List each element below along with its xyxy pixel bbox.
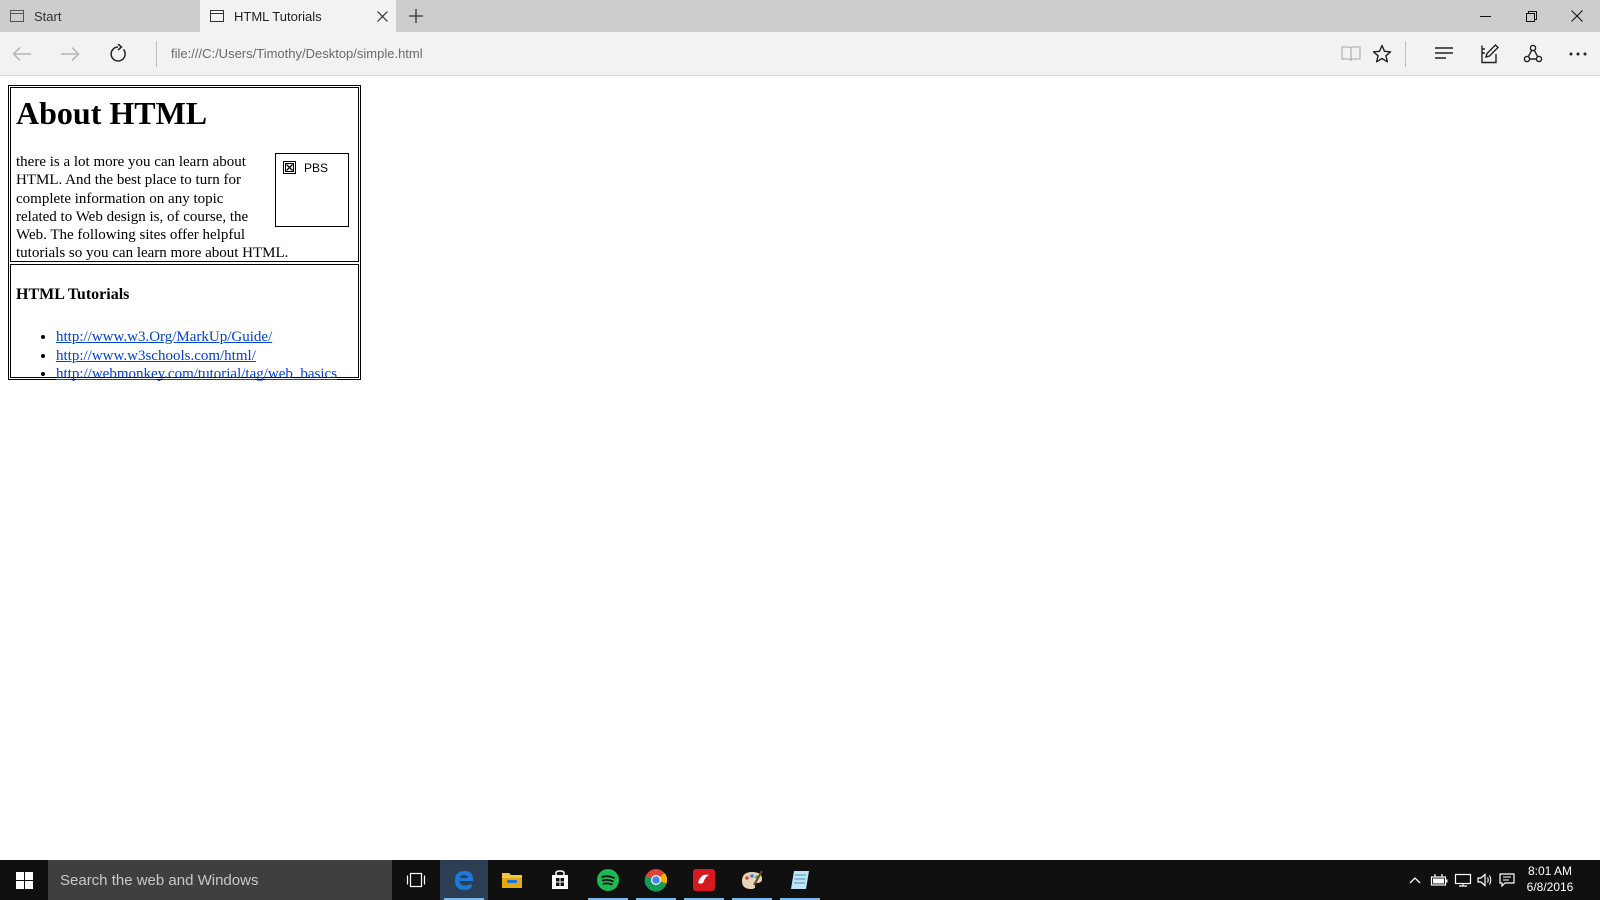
show-hidden-icons-chevron[interactable]	[1404, 860, 1426, 900]
volume-tray-icon[interactable]	[1474, 860, 1496, 900]
tab-strip: Start HTML Tutorials	[0, 0, 1600, 32]
close-window-button[interactable]	[1554, 0, 1600, 32]
share-icon[interactable]	[1517, 38, 1549, 70]
address-separator	[156, 41, 157, 67]
paint-icon	[742, 870, 763, 889]
broken-image-icon	[283, 161, 296, 174]
hub-icon[interactable]	[1428, 38, 1460, 70]
chrome-icon	[644, 869, 668, 892]
more-options-icon[interactable]	[1562, 38, 1594, 70]
taskbar-paint[interactable]	[728, 860, 776, 900]
tutorial-link-w3[interactable]: http://www.w3.Org/MarkUp/Guide/	[56, 329, 272, 345]
taskbar-trend-micro[interactable]	[680, 860, 728, 900]
close-tab-icon[interactable]	[374, 8, 390, 24]
taskbar-store[interactable]	[536, 860, 584, 900]
broken-image: PBS	[275, 153, 349, 227]
refresh-button[interactable]	[102, 38, 134, 70]
windows-logo-icon	[15, 871, 33, 889]
task-view-button[interactable]	[392, 860, 440, 900]
tutorial-links-list: http://www.w3.Org/MarkUp/Guide/ http://w…	[16, 328, 356, 384]
network-tray-icon[interactable]	[1452, 860, 1474, 900]
page-heading: About HTML	[16, 95, 208, 131]
chevron-up-icon	[1409, 877, 1421, 884]
taskbar-search-input[interactable]	[48, 860, 392, 900]
page-viewport: About HTML PBS there is a lot more you c…	[0, 76, 1600, 860]
taskbar-edge[interactable]	[440, 860, 488, 900]
about-cell: About HTML PBS there is a lot more you c…	[10, 87, 359, 262]
tutorial-link-w3schools[interactable]: http://www.w3schools.com/html/	[56, 348, 256, 364]
reading-view-icon[interactable]	[1335, 38, 1367, 70]
windows-start-button[interactable]	[0, 860, 48, 900]
notepad-icon	[791, 871, 809, 889]
list-item: http://www.w3.Org/MarkUp/Guide/	[56, 328, 356, 347]
taskbar: 8:01 AM 6/8/2016	[0, 860, 1600, 900]
store-icon	[552, 870, 568, 889]
edge-icon	[455, 871, 473, 890]
network-icon	[1454, 873, 1472, 887]
address-bar[interactable]	[171, 32, 1271, 76]
navigation-toolbar	[0, 32, 1600, 76]
toolbar-separator	[1405, 41, 1406, 67]
taskbar-chrome[interactable]	[632, 860, 680, 900]
folder-icon	[502, 873, 522, 888]
battery-tray-icon[interactable]	[1428, 860, 1450, 900]
taskbar-spotify[interactable]	[584, 860, 632, 900]
battery-icon	[1430, 874, 1448, 886]
restore-button[interactable]	[1508, 0, 1554, 32]
image-alt-text: PBS	[304, 161, 329, 175]
tutorials-cell: HTML Tutorials http://www.w3.Org/MarkUp/…	[10, 264, 359, 382]
taskbar-clock[interactable]: 8:01 AM 6/8/2016	[1514, 863, 1586, 895]
favorites-star-icon[interactable]	[1366, 38, 1398, 70]
forward-button[interactable]	[54, 38, 86, 70]
tab-html-tutorials[interactable]: HTML Tutorials	[200, 0, 396, 32]
list-item: http://www.w3schools.com/html/	[56, 347, 356, 366]
taskbar-file-explorer[interactable]	[488, 860, 536, 900]
minimize-button[interactable]	[1462, 0, 1508, 32]
tab-start[interactable]: Start	[0, 0, 200, 32]
layout-table: About HTML PBS there is a lot more you c…	[8, 85, 361, 382]
page-icon	[10, 10, 24, 22]
tutorial-link-webmonkey[interactable]: http://webmonkey.com/tutorial/tag/web_ba…	[56, 366, 337, 382]
taskbar-notepad[interactable]	[776, 860, 824, 900]
tab-label: Start	[34, 8, 62, 24]
tutorials-heading: HTML Tutorials	[16, 286, 130, 303]
clock-date: 6/8/2016	[1526, 880, 1574, 894]
tab-label: HTML Tutorials	[234, 8, 322, 24]
web-note-icon[interactable]	[1473, 38, 1505, 70]
task-view-icon	[406, 872, 426, 888]
spotify-icon	[597, 869, 619, 891]
list-item: http://webmonkey.com/tutorial/tag/web_ba…	[56, 365, 356, 384]
back-button[interactable]	[6, 38, 38, 70]
clock-time: 8:01 AM	[1527, 864, 1573, 878]
new-tab-button[interactable]	[404, 6, 428, 26]
speaker-icon	[1477, 873, 1492, 887]
notifications-icon	[1499, 873, 1515, 887]
trend-micro-icon	[693, 869, 715, 891]
page-icon	[210, 10, 224, 22]
